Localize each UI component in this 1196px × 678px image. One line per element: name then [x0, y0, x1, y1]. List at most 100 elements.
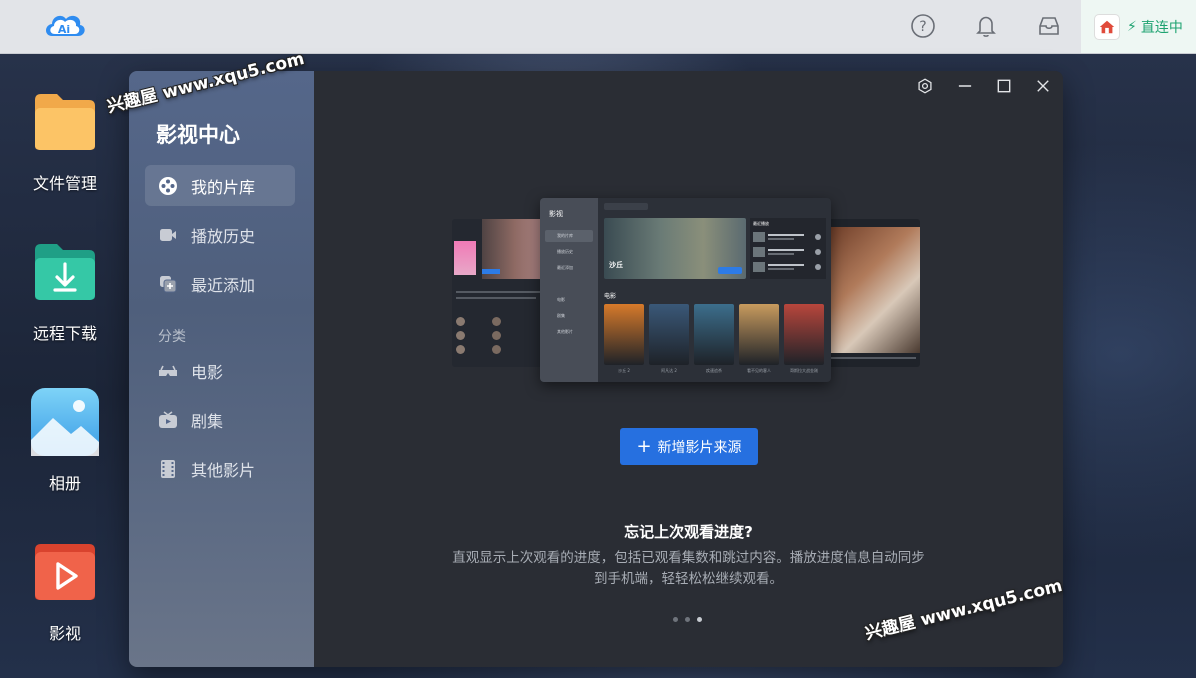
top-bar: Ai ? ⚡ 直连中: [0, 0, 1196, 54]
preview-cast-avatar: [492, 345, 501, 354]
video-history-icon: [158, 225, 178, 245]
app-title: 影视中心: [156, 123, 240, 147]
sidebar: 影视中心 我的片库 播放历史 最近添加 分类 电影 剧集 其他影片: [129, 71, 314, 667]
sidebar-item-recent[interactable]: 最近添加: [145, 263, 295, 304]
preview-app-title: 影视: [549, 210, 563, 218]
help-circle-icon[interactable]: ?: [910, 13, 936, 39]
preview-thumbnail: [454, 241, 476, 275]
add-source-button[interactable]: + 新增影片来源: [620, 428, 758, 465]
preview-nav-item: 其他影片: [557, 329, 573, 334]
preview-cast-avatar: [456, 317, 465, 326]
main-content: 影视 我的片库 播放历史 最近添加 电影 剧集 其他影片 沙丘 最近播放 电影: [314, 71, 1063, 667]
carousel-indicator: [673, 617, 702, 622]
tip-description: 直观显示上次观看的进度，包括已观看集数和跳过内容。播放进度信息自动同步到手机端，…: [452, 550, 925, 587]
carousel-dot[interactable]: [685, 617, 690, 622]
desktop-icon-label: 相册: [48, 474, 81, 493]
desktop-icon-label: 影视: [48, 624, 81, 643]
preview-poster: [604, 304, 644, 365]
preview-cast-avatar: [456, 331, 465, 340]
preview-main-screen: 影视 我的片库 播放历史 最近添加 电影 剧集 其他影片 沙丘 最近播放 电影: [540, 198, 831, 382]
desktop-icon-video[interactable]: 影视: [28, 538, 102, 644]
category-section-label: 分类: [158, 329, 186, 345]
preview-poster-caption: 看不见的客人: [747, 368, 771, 373]
preview-button: [482, 269, 500, 274]
preview-cast-avatar: [492, 331, 501, 340]
sidebar-item-label: 我的片库: [191, 177, 256, 197]
preview-poster: [739, 304, 779, 365]
list-item: [753, 232, 823, 242]
preview-section-title: 电影: [604, 293, 617, 300]
minimize-icon[interactable]: [954, 75, 976, 97]
preview-poster-caption: 哥斯拉大战金刚: [790, 368, 818, 373]
photo-icon: [31, 388, 99, 456]
list-item: [753, 247, 823, 257]
preview-cast-avatar: [456, 345, 465, 354]
preview-text-line: [456, 291, 541, 293]
avatar: [1095, 14, 1119, 39]
bell-icon[interactable]: [973, 13, 999, 39]
lightning-icon: ⚡: [1127, 18, 1137, 35]
sidebar-item-label: 电影: [191, 362, 224, 382]
maximize-icon[interactable]: [993, 75, 1015, 97]
preview-nav-item: 电影: [557, 297, 565, 302]
sidebar-item-other[interactable]: 其他影片: [145, 448, 295, 489]
preview-player-image: [824, 227, 920, 353]
download-icon: [31, 238, 99, 306]
recent-add-icon: [158, 274, 178, 294]
preview-poster: [694, 304, 734, 365]
plus-icon: +: [636, 435, 652, 457]
preview-nav-item: 播放历史: [557, 249, 573, 254]
sidebar-item-movies[interactable]: 电影: [145, 350, 295, 391]
preview-poster-caption: 疾速追杀: [706, 368, 722, 373]
preview-poster: [649, 304, 689, 365]
preview-sidebar: 影视 我的片库 播放历史 最近添加 电影 剧集 其他影片: [540, 198, 598, 382]
preview-recent-list: 最近播放: [750, 218, 826, 279]
preview-search-bar: [604, 203, 648, 210]
tv-icon: [158, 410, 178, 430]
desktop-icon-download[interactable]: 远程下载: [28, 238, 102, 344]
sidebar-item-label: 剧集: [191, 411, 224, 431]
preview-nav-item: 我的片库: [545, 230, 593, 242]
inbox-icon[interactable]: [1036, 13, 1062, 39]
svg-text:?: ?: [919, 19, 926, 35]
desktop-icon-label: 文件管理: [32, 174, 97, 193]
sidebar-item-label: 其他影片: [191, 460, 256, 480]
play-icon: [31, 538, 99, 606]
preview-nav-item: 最近添加: [557, 265, 573, 270]
film-reel-icon: [158, 176, 178, 196]
preview-nav-item: 剧集: [557, 313, 565, 318]
preview-play-button: [718, 267, 742, 274]
preview-recent-title: 最近播放: [753, 221, 769, 226]
preview-cast-avatar: [492, 317, 501, 326]
preview-left-screen: [452, 219, 547, 367]
carousel-dot[interactable]: [673, 617, 678, 622]
desktop-icon-photos[interactable]: 相册: [28, 388, 102, 494]
folder-icon: [31, 88, 99, 156]
preview-poster-caption: 阿凡达 2: [661, 368, 677, 373]
carousel-dot-active[interactable]: [697, 617, 702, 622]
close-icon[interactable]: [1032, 75, 1054, 97]
filmstrip-icon: [158, 459, 178, 479]
list-item: [753, 262, 823, 272]
tip-title: 忘记上次观看进度?: [624, 523, 753, 541]
preview-text-line: [456, 297, 536, 299]
sidebar-item-label: 最近添加: [191, 275, 256, 295]
sidebar-item-library[interactable]: 我的片库: [145, 165, 295, 206]
video-center-window: 影视中心 我的片库 播放历史 最近添加 分类 电影 剧集 其他影片 影视 我的片…: [129, 71, 1063, 667]
connection-status[interactable]: ⚡ 直连中: [1081, 0, 1196, 53]
svg-text:Ai: Ai: [58, 23, 70, 36]
sidebar-item-series[interactable]: 剧集: [145, 399, 295, 440]
preview-poster-caption: 沙丘 2: [618, 368, 630, 373]
desktop-icon-label: 远程下载: [32, 324, 97, 343]
preview-hero-title: 沙丘: [609, 261, 623, 269]
desktop-icon-files[interactable]: 文件管理: [28, 88, 102, 194]
add-source-label: 新增影片来源: [657, 439, 742, 456]
preview-poster: [784, 304, 824, 365]
preview-hero-banner: 沙丘: [604, 218, 746, 279]
settings-gear-icon[interactable]: [914, 75, 936, 97]
sidebar-item-history[interactable]: 播放历史: [145, 214, 295, 255]
preview-progress-bar: [828, 357, 916, 359]
sidebar-item-label: 播放历史: [191, 226, 256, 246]
connection-label: 直连中: [1140, 19, 1183, 36]
ai-logo-icon[interactable]: Ai: [40, 8, 88, 44]
